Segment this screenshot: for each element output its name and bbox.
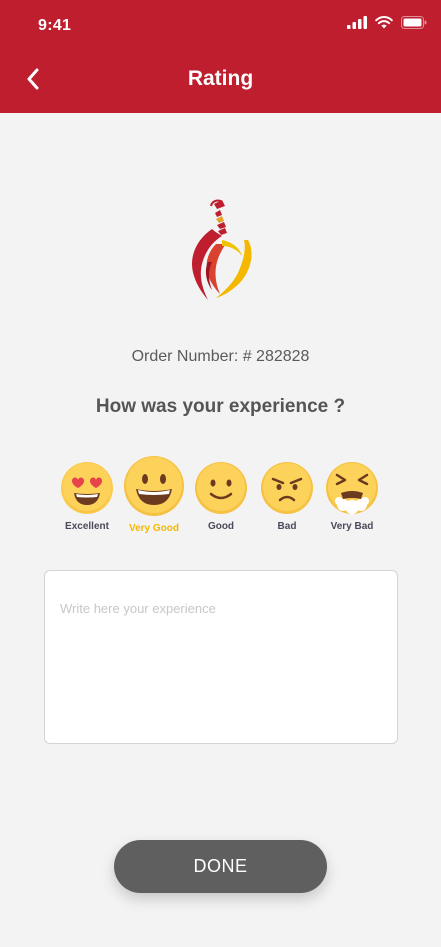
heart-eyes-emoji-icon [61, 462, 113, 514]
status-time: 9:41 [38, 17, 72, 34]
experience-textarea[interactable] [44, 570, 398, 744]
cellular-signal-icon [347, 16, 367, 29]
order-number: Order Number: # 282828 [131, 348, 310, 365]
rating-options: Excellent Very Good Good Bad Very Bad [0, 455, 441, 545]
done-button[interactable]: DONE [114, 840, 327, 893]
rating-very-good-label: Very Good [128, 523, 179, 534]
rating-excellent[interactable]: Excellent [52, 461, 122, 532]
grinning-emoji-icon [124, 456, 184, 516]
rating-very-good[interactable]: Very Good [119, 455, 189, 534]
rating-good[interactable]: Good [186, 461, 256, 532]
nav-bar: Rating [0, 55, 441, 105]
app-header: 9:41 Rating [0, 0, 441, 113]
rating-bad-label: Bad [277, 521, 297, 532]
vomiting-emoji-icon [326, 462, 378, 514]
rating-good-label: Good [207, 521, 235, 532]
experience-question: How was your experience ? [95, 396, 346, 417]
rating-bad[interactable]: Bad [252, 461, 322, 532]
page-title: Rating [187, 67, 254, 90]
rating-very-bad[interactable]: Very Bad [317, 461, 387, 532]
smiling-emoji-icon [195, 462, 247, 514]
status-icons [347, 16, 427, 29]
wifi-icon [375, 16, 393, 29]
angry-emoji-icon [261, 462, 313, 514]
brand-logo [192, 199, 252, 300]
rating-very-bad-label: Very Bad [330, 521, 374, 532]
status-bar: 9:41 [0, 0, 441, 48]
rating-excellent-label: Excellent [65, 521, 109, 532]
battery-icon [401, 16, 427, 29]
